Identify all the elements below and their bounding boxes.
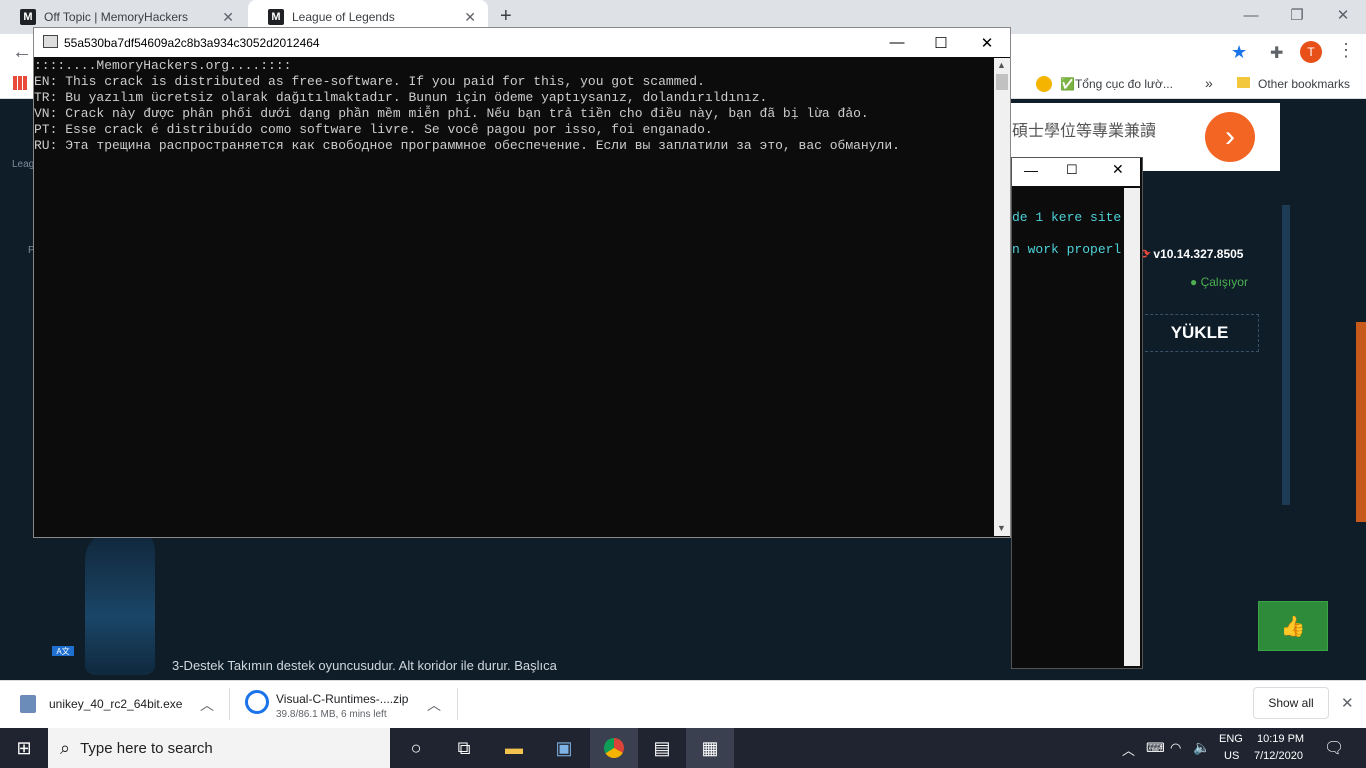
close-tab-icon[interactable]: ✕ [222,9,234,26]
status-text: Çalışıyor [1200,275,1248,289]
console-line: de 1 kere site [1012,210,1122,225]
divider [229,688,230,720]
memoryhackers-favicon-icon: M [268,9,284,25]
console-output: de 1 kere site n work properl [1012,202,1124,266]
notification-icon[interactable]: 🗨 [1324,738,1344,758]
download-item-name[interactable]: Visual-C-Runtimes-....zip [276,692,408,706]
maximize-icon[interactable]: ☐ [1066,162,1078,178]
cortana-icon[interactable]: ○ [392,728,440,768]
menu-icon[interactable]: ⋮ [1337,40,1355,61]
task-view-icon[interactable]: ⧉ [440,728,488,768]
console-line: ::::....MemoryHackers.org....:::: [34,58,292,73]
info-icon: ● [1190,275,1201,289]
language-indicator[interactable]: ENG [1219,733,1243,745]
divider [457,688,458,720]
chevron-up-icon[interactable]: ︿ [1122,740,1135,759]
status-badge: ● Çalışıyor [1190,275,1248,289]
chevron-up-icon[interactable]: ︿ [200,695,214,715]
file-explorer-icon[interactable]: ▬ [490,728,538,768]
console-line: n work properl [1012,242,1122,257]
console-line: RU: Эта трещина распространяется как сво… [34,138,900,153]
scroll-up-icon[interactable]: ▲ [997,60,1006,70]
console-title-bar[interactable]: — ☐ ✕ [1012,158,1140,186]
console-output: ::::....MemoryHackers.org....:::: EN: Thi… [34,58,994,536]
arrow-right-icon[interactable]: › [1205,112,1255,162]
minimize-icon[interactable]: — [1228,0,1274,30]
download-status: 39.8/86.1 MB, 6 mins left [276,709,387,720]
keyboard-icon[interactable]: ⌨ [1146,740,1165,756]
download-button[interactable]: YÜKLE [1140,314,1259,352]
scrollbar-thumb[interactable] [996,74,1008,90]
minimize-icon[interactable]: — [874,28,920,57]
character-image [85,530,155,675]
chevron-up-icon[interactable]: ︿ [427,695,441,715]
show-all-button[interactable]: Show all [1253,687,1329,719]
left-partial-text: Leag [12,159,35,170]
bookmark-favicon-icon [1036,76,1052,92]
console-app-icon [43,35,58,48]
search-icon: ⌕ [60,737,71,758]
bookmark-star-icon[interactable]: ★ [1231,42,1247,63]
console-line: VN: Crack này được phân phối dưới dạng p… [34,106,869,121]
page-body-text: 3-Destek Takımın destek oyuncusudur. Alt… [172,658,557,673]
thumbs-up-button[interactable]: 👍 [1258,601,1328,651]
memoryhackers-favicon-icon: M [20,9,36,25]
exe-file-icon [20,695,36,713]
console-app-icon[interactable]: ▦ [686,728,734,768]
windows-start-icon[interactable]: ⊞ [0,728,48,768]
scrollbar[interactable] [994,58,1010,536]
taskbar-search[interactable]: ⌕ Type here to search [48,728,390,768]
scrollbar[interactable] [1124,188,1140,666]
back-icon[interactable]: ← [12,41,32,64]
clock-time[interactable]: 10:19 PM [1257,733,1304,745]
window-app-icon[interactable]: ▤ [638,728,686,768]
check-icon: ✅ [1060,77,1075,91]
network-app-icon[interactable]: ▣ [540,728,588,768]
region-indicator: US [1224,750,1240,762]
search-placeholder: Type here to search [80,739,213,757]
clock-date: 7/12/2020 [1254,750,1303,762]
chrome-icon[interactable] [590,728,638,768]
scroll-down-icon[interactable]: ▼ [997,523,1006,533]
tab-title: League of Legends [292,10,395,24]
close-icon[interactable]: ✕ [964,28,1010,57]
tab-title: Off Topic | MemoryHackers [44,10,189,24]
close-icon[interactable]: ✕ [1320,0,1366,30]
scroll-stripe [1282,205,1290,505]
wifi-icon[interactable]: ◠ [1170,740,1181,756]
version-label: ⟳ v10.14.327.8505 [1140,247,1243,261]
apps-icon[interactable] [13,76,27,90]
console-line: TR: Bu yazılım ücretsiz olarak dağıtılma… [34,90,768,105]
bookmark-item[interactable]: ✅Tổng cục đo lườ... [1060,77,1173,91]
orange-stripe [1356,322,1366,522]
console-line: PT: Esse crack é distribuído como softwa… [34,122,713,137]
close-icon[interactable]: ✕ [1112,161,1124,178]
bookmark-label: Tổng cục đo lườ... [1074,77,1173,91]
minimize-icon[interactable]: — [1024,162,1038,178]
restore-icon[interactable]: ❐ [1274,0,1320,30]
version-text: v10.14.327.8505 [1153,247,1244,261]
new-tab-button[interactable]: + [500,5,512,28]
download-item-name[interactable]: unikey_40_rc2_64bit.exe [49,697,182,711]
maximize-icon[interactable]: ☐ [918,28,964,57]
ad-text: 碩士學位等專業兼讀 [1012,123,1157,140]
avatar[interactable]: T [1300,41,1322,63]
bookmarks-more-button[interactable]: » [1205,75,1213,91]
close-icon[interactable]: ✕ [1341,694,1354,712]
console-title-bar[interactable]: 55a530ba7df54609a2c8b3a934c3052d2012464 [34,28,1010,57]
console-line: EN: This crack is distributed as free-so… [34,74,705,89]
translate-icon[interactable]: A文 [52,646,74,656]
console-title: 55a530ba7df54609a2c8b3a934c3052d2012464 [64,35,320,50]
extensions-icon[interactable]: ✚ [1270,43,1283,63]
thumbs-up-icon: 👍 [1280,615,1306,638]
download-progress-icon [245,690,269,714]
close-tab-icon[interactable]: ✕ [464,9,476,26]
folder-icon [1237,77,1250,88]
volume-icon[interactable]: 🔈 [1193,739,1210,756]
other-bookmarks[interactable]: Other bookmarks [1258,77,1350,91]
